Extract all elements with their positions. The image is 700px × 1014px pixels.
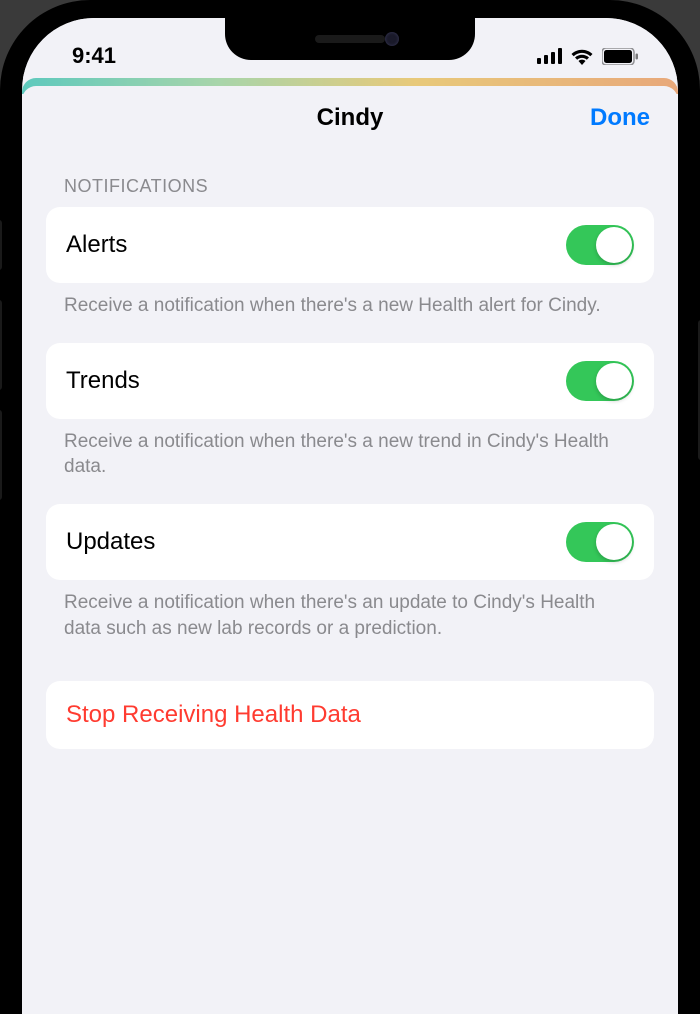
updates-row: Updates <box>46 504 654 580</box>
trends-toggle[interactable] <box>566 361 634 401</box>
toggle-knob <box>596 227 632 263</box>
stop-receiving-button[interactable]: Stop Receiving Health Data <box>46 681 654 749</box>
notch <box>225 18 475 60</box>
side-button-volume-down <box>0 410 2 500</box>
wifi-icon <box>570 48 594 65</box>
modal-sheet: Cindy Done NOTIFICATIONS Alerts Receive … <box>22 86 678 1014</box>
screen: 9:41 <box>22 18 678 1014</box>
side-button-silent <box>0 220 2 270</box>
alerts-toggle[interactable] <box>566 225 634 265</box>
trends-row: Trends <box>46 343 654 419</box>
updates-toggle[interactable] <box>566 522 634 562</box>
alerts-footer: Receive a notification when there's a ne… <box>46 283 654 343</box>
alerts-label: Alerts <box>66 231 127 259</box>
toggle-knob <box>596 363 632 399</box>
done-button[interactable]: Done <box>590 104 650 132</box>
content-area: NOTIFICATIONS Alerts Receive a notificat… <box>22 150 678 749</box>
front-camera <box>385 32 399 46</box>
phone-frame: 9:41 <box>0 0 700 1014</box>
updates-footer: Receive a notification when there's an u… <box>46 580 654 665</box>
trends-label: Trends <box>66 367 140 395</box>
navigation-bar: Cindy Done <box>22 86 678 150</box>
trends-footer: Receive a notification when there's a ne… <box>46 419 654 504</box>
speaker <box>315 35 385 43</box>
stop-receiving-label: Stop Receiving Health Data <box>66 701 361 728</box>
alerts-row: Alerts <box>46 207 654 283</box>
battery-icon <box>602 48 638 65</box>
section-header-notifications: NOTIFICATIONS <box>46 166 654 207</box>
status-right <box>537 48 638 65</box>
toggle-knob <box>596 524 632 560</box>
updates-label: Updates <box>66 528 155 556</box>
page-title: Cindy <box>317 104 384 132</box>
status-time: 9:41 <box>72 43 116 69</box>
cellular-icon <box>537 48 562 64</box>
side-button-volume-up <box>0 300 2 390</box>
